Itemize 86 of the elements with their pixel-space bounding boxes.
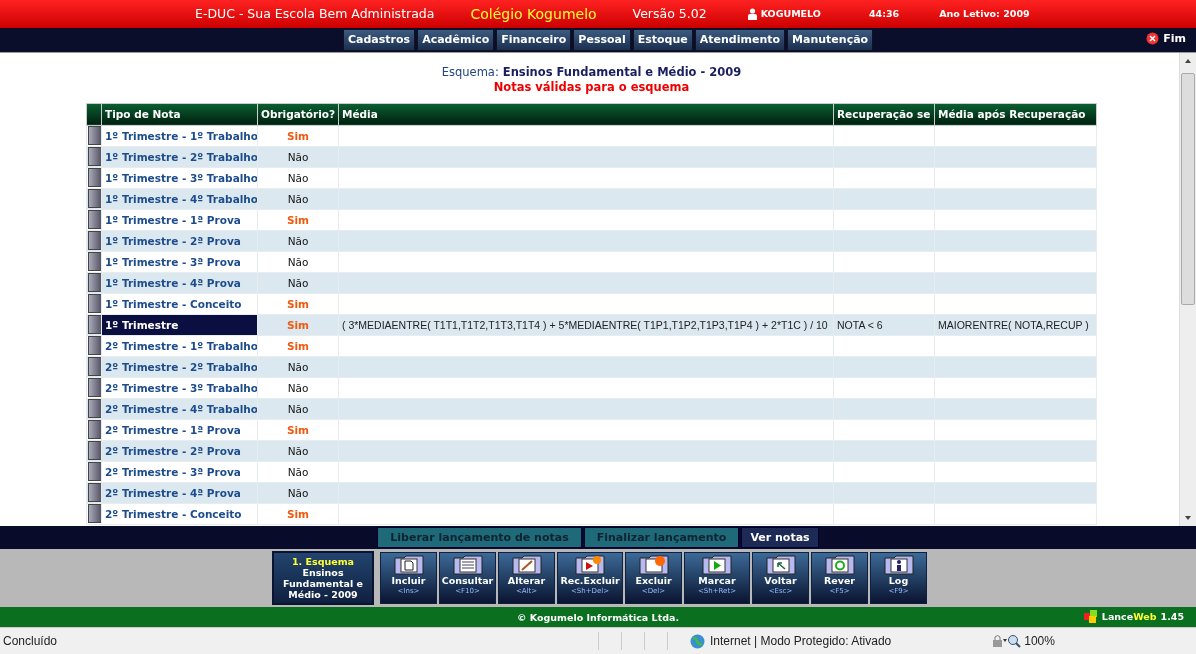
table-cell: Sim (257, 335, 339, 357)
table-cell: Sim (257, 419, 339, 441)
table-cell: Não (257, 377, 339, 399)
menu-item[interactable]: Financeiro (496, 28, 572, 51)
folder-icon (511, 555, 542, 576)
row-handle[interactable] (88, 168, 102, 188)
row-handle[interactable] (88, 126, 102, 146)
row-handle[interactable] (88, 399, 102, 419)
table-cell: Sim (257, 503, 339, 525)
row-handle[interactable] (88, 420, 102, 440)
folder-icon (393, 555, 424, 576)
subtitle: Notas válidas para o esquema (492, 79, 691, 95)
menu-item[interactable]: Manutenção (787, 28, 874, 51)
row-handle[interactable] (88, 189, 102, 209)
scrollbar[interactable] (1179, 52, 1196, 527)
column-header: Média (338, 103, 834, 126)
table-cell[interactable]: 1º Trimestre - 3ª Prova (101, 251, 258, 273)
brand-version: 1.45 (1160, 611, 1184, 623)
table-cell: Sim (257, 209, 339, 231)
table-cell[interactable]: 2º Trimestre - 3ª Prova (101, 461, 258, 483)
row-handle[interactable] (88, 483, 102, 503)
table-cell[interactable]: 1º Trimestre - 1ª Prova (101, 209, 258, 231)
school-name: Colégio Kogumelo (470, 5, 597, 22)
table-cell: NOTA < 6 (837, 318, 883, 331)
row-handle[interactable] (88, 462, 102, 482)
table-cell[interactable]: 2º Trimestre - 1ª Prova (101, 419, 258, 441)
status-text: Concluído (2, 634, 59, 649)
menu-item[interactable]: Pessoal (573, 28, 631, 51)
row-handle[interactable] (88, 252, 102, 272)
menu-item[interactable]: Estoque (632, 28, 693, 51)
lock-icon[interactable] (991, 634, 1008, 649)
menu-item[interactable]: Acadêmico (417, 28, 495, 51)
copyright-text: © Kogumelo Informática Ltda. (516, 611, 679, 623)
folder-icon (702, 555, 732, 576)
table-cell: MAIORENTRE( NOTA,RECUP ) (938, 318, 1089, 331)
column-header: Obrigatório? (257, 103, 339, 126)
security-zone: Internet | Modo Protegido: Ativado (710, 634, 892, 649)
table-cell[interactable]: 1º Trimestre - Conceito (101, 293, 258, 315)
row-handle[interactable] (88, 273, 102, 293)
scheme-name: Ensinos Fundamental e Médio - 2009 (502, 64, 742, 79)
context-title: 1. Esquema (291, 556, 355, 568)
folder-icon (575, 555, 605, 576)
folder-icon (824, 555, 855, 576)
row-handle[interactable] (88, 147, 102, 167)
row-handle[interactable] (88, 357, 102, 377)
column-header: Recuperação se (833, 103, 935, 126)
scheme-label: Esquema: (441, 64, 499, 79)
row-handle[interactable] (88, 336, 102, 356)
row-handle[interactable] (88, 378, 102, 398)
folder-icon (883, 555, 914, 576)
close-icon (1146, 31, 1160, 45)
globe-icon (690, 633, 705, 649)
row-handle[interactable] (88, 441, 102, 461)
table-cell: Sim (257, 125, 339, 147)
zoom-level[interactable]: 100% (1024, 634, 1055, 649)
row-handle[interactable] (88, 231, 102, 251)
action-tab[interactable]: Ver notas (741, 527, 819, 549)
table-cell[interactable]: 2º Trimestre - Conceito (101, 503, 258, 525)
table-cell: ( 3*MEDIAENTRE( T1T1,T1T2,T1T3,T1T4 ) + 5*MEDIAENTRE( T1P1,T1P2,T1P3,T1P4 ) + 2*T1C ) / 10 (342, 318, 828, 331)
table-cell: Sim (257, 293, 339, 315)
folder-icon (452, 555, 483, 576)
school-year: Ano Letivo: 2009 (939, 8, 1030, 20)
row-handle[interactable] (88, 504, 102, 524)
row-handle[interactable] (88, 210, 102, 230)
row-handle[interactable] (88, 294, 102, 314)
column-header: Média após Recuperação (934, 103, 1097, 126)
menu-item[interactable]: Cadastros (343, 28, 416, 51)
column-header: Tipo de Nota (101, 103, 258, 126)
table-cell: Não (257, 251, 339, 273)
app-title: E-DUC - Sua Escola Bem Administrada (195, 6, 435, 22)
user-name: KOGUMELO (760, 8, 821, 20)
logo-icon (1083, 610, 1098, 624)
table-cell: Não (257, 167, 339, 189)
menu-item[interactable]: Atendimento (694, 28, 786, 51)
context-text: Ensinos Fundamental e Médio - 2009 (282, 567, 364, 601)
exit-button[interactable]: Fim (1146, 31, 1186, 45)
zoom-icon[interactable] (1007, 634, 1022, 649)
session-time: 44:36 (868, 8, 900, 20)
table-cell: Não (257, 461, 339, 483)
folder-icon (638, 555, 669, 576)
folder-icon (765, 555, 796, 576)
version-label: Versão 5.02 (632, 6, 707, 22)
row-handle[interactable] (88, 315, 102, 335)
user-icon (746, 7, 758, 20)
header-corner (86, 103, 102, 126)
brand-name: LanceWeb (1101, 611, 1157, 623)
